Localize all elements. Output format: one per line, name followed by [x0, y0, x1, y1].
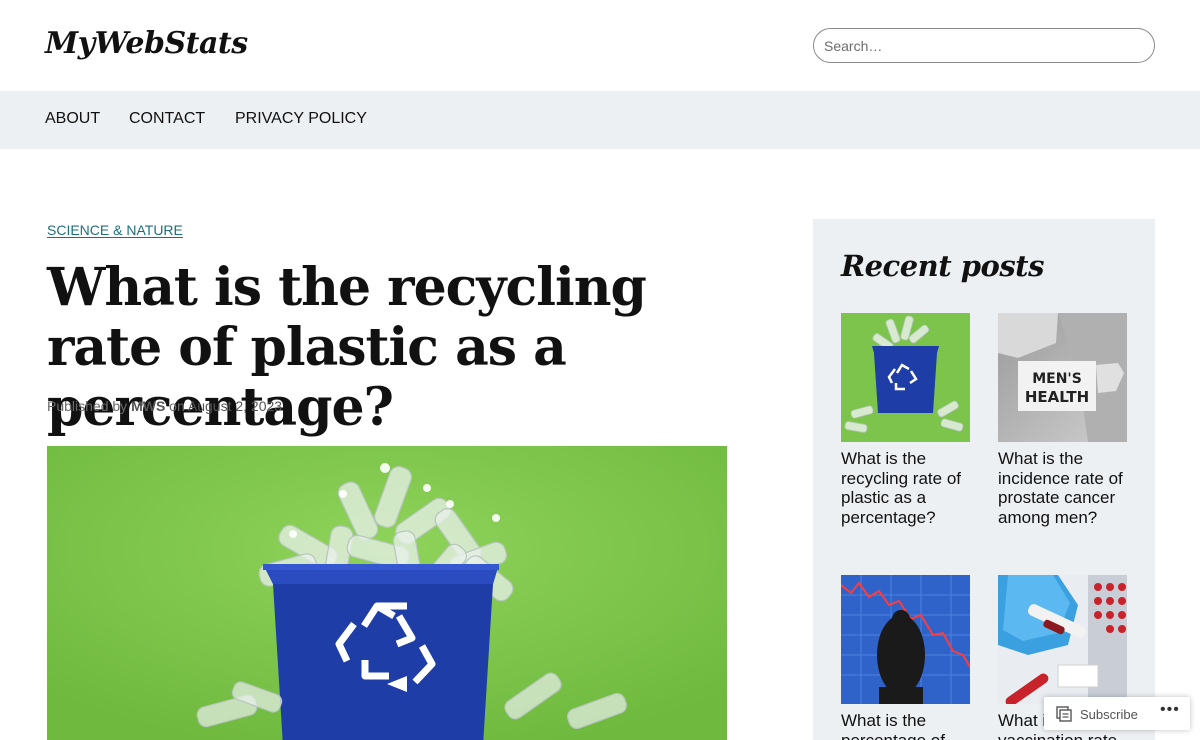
recent-post-thumbnail[interactable]	[841, 313, 970, 442]
nav-item-contact[interactable]: CONTACT	[129, 110, 205, 128]
site-header: MyWebStats	[0, 0, 1200, 91]
mens-health-text-line1: MEN'S	[1032, 371, 1082, 387]
subscribe-label: Subscribe	[1080, 706, 1138, 722]
recycling-bin-thumbnail	[841, 313, 970, 442]
byline-prefix: Published by	[47, 398, 128, 414]
nav-item-about[interactable]: ABOUT	[45, 110, 100, 128]
byline-author-link[interactable]: MWS	[131, 398, 165, 414]
search-box[interactable]	[813, 28, 1155, 63]
falling-chart-thumbnail	[841, 575, 970, 704]
recent-posts-title: Recent posts	[841, 249, 1044, 283]
featured-image	[47, 446, 727, 740]
recent-post-title[interactable]: What is the incidence rate of prostate c…	[998, 449, 1127, 527]
recent-post-thumbnail[interactable]: MEN'S HEALTH	[998, 313, 1127, 442]
recent-post-card[interactable]: What is the recycling rate of plastic as…	[841, 313, 970, 527]
recent-post-card[interactable]: MEN'S HEALTH What is the incidence rate …	[998, 313, 1127, 527]
more-options-button[interactable]: •••	[1160, 701, 1180, 719]
byline-on: on	[169, 398, 185, 414]
mens-health-thumbnail: MEN'S HEALTH	[998, 313, 1127, 442]
nav-item-privacy-policy[interactable]: PRIVACY POLICY	[235, 110, 367, 128]
recent-post-title[interactable]: What is the recycling rate of plastic as…	[841, 449, 970, 527]
search-input[interactable]	[814, 29, 1154, 62]
recent-post-card[interactable]: What is the percentage of	[841, 575, 970, 740]
recent-post-title[interactable]: What is the percentage of	[841, 711, 970, 740]
post-category-link[interactable]: SCIENCE & NATURE	[47, 222, 183, 238]
post-byline: Published by MWS on August 2, 2023	[47, 398, 282, 414]
recycling-bin-illustration	[47, 446, 727, 740]
byline-date-link[interactable]: August 2, 2023	[188, 398, 282, 414]
primary-nav: ABOUT CONTACT PRIVACY POLICY	[0, 91, 1200, 149]
recent-post-thumbnail[interactable]	[841, 575, 970, 704]
site-title[interactable]: MyWebStats	[45, 26, 248, 61]
vaccine-vial-thumbnail	[998, 575, 1127, 704]
subscribe-button[interactable]: Subscribe	[1056, 704, 1138, 724]
sidebar: Recent posts What is the recycling rate …	[813, 219, 1155, 740]
recent-post-thumbnail[interactable]	[998, 575, 1127, 704]
mens-health-text-line2: HEALTH	[1025, 388, 1089, 406]
subscribe-bar: Subscribe •••	[1044, 697, 1190, 730]
reader-icon	[1056, 706, 1072, 722]
